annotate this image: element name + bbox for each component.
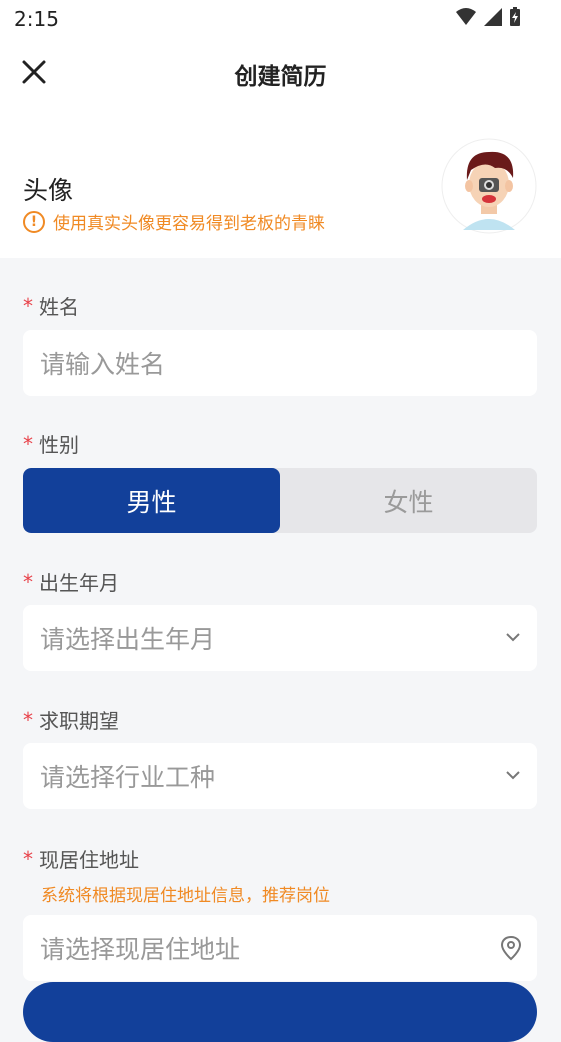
job-placeholder: 请选择行业工种 — [40, 763, 216, 792]
required-mark: * — [23, 707, 33, 732]
gender-male-button[interactable]: 男性 — [23, 468, 280, 533]
submit-button[interactable] — [23, 982, 537, 1042]
signal-icon — [484, 8, 502, 26]
name-input[interactable]: 请输入姓名 — [23, 330, 537, 396]
status-time: 2:15 — [14, 7, 59, 31]
required-mark: * — [23, 846, 33, 871]
battery-icon — [510, 7, 520, 26]
birth-label: * 出生年月 — [23, 569, 119, 596]
gender-label: * 性别 — [23, 431, 79, 458]
status-bar: 2:15 — [0, 0, 561, 38]
page-title: 创建简历 — [234, 64, 327, 90]
birth-select[interactable]: 请选择出生年月 — [23, 605, 537, 671]
name-label: * 姓名 — [23, 293, 79, 320]
header: 创建简历 — [0, 38, 561, 108]
status-icons — [455, 7, 521, 27]
job-label: * 求职期望 — [23, 707, 119, 734]
warning-icon: ! — [23, 210, 45, 233]
address-select[interactable]: 请选择现居住地址 — [23, 915, 537, 981]
job-select[interactable]: 请选择行业工种 — [23, 743, 537, 809]
chevron-down-icon — [506, 633, 520, 642]
location-pin-icon — [500, 935, 522, 961]
birth-placeholder: 请选择出生年月 — [40, 625, 216, 654]
chevron-down-icon — [506, 771, 520, 780]
address-placeholder: 请选择现居住地址 — [40, 935, 241, 964]
avatar-section[interactable]: 头像 ! 使用真实头像更容易得到老板的青睐 — [0, 108, 561, 258]
required-mark: * — [23, 293, 33, 318]
gender-selector: 男性 女性 — [23, 468, 537, 533]
address-label: * 现居住地址 — [23, 846, 139, 873]
gender-female-button[interactable]: 女性 — [280, 468, 537, 533]
avatar-tip: ! 使用真实头像更容易得到老板的青睐 — [23, 209, 325, 234]
required-mark: * — [23, 569, 33, 594]
wifi-icon — [456, 8, 476, 25]
avatar-tip-text: 使用真实头像更容易得到老板的青睐 — [53, 214, 325, 234]
required-mark: * — [23, 431, 33, 456]
avatar-label: 头像 — [23, 176, 74, 205]
address-hint: 系统将根据现居住地址信息，推荐岗位 — [41, 886, 330, 906]
avatar[interactable] — [441, 138, 537, 234]
